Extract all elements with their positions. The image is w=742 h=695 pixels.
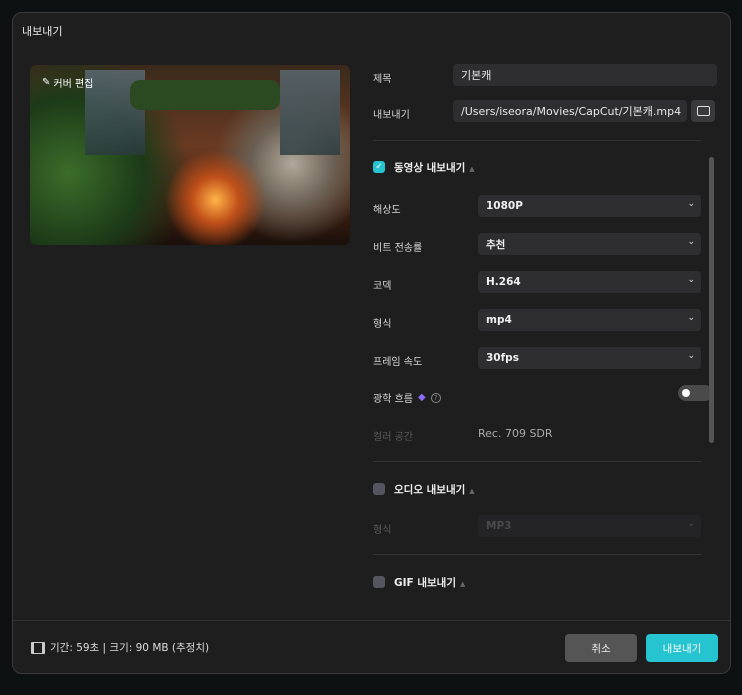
- export-path-input[interactable]: /Users/iseora/Movies/CapCut/기본캐.mp4: [453, 100, 687, 122]
- divider: [373, 461, 701, 462]
- chevron-down-icon: ⌄: [687, 313, 695, 323]
- resolution-select[interactable]: 1080P ⌄: [478, 195, 701, 217]
- thumbnail-window-right: [280, 70, 340, 155]
- export-button[interactable]: 내보내기: [646, 634, 718, 662]
- optical-flow-toggle[interactable]: [678, 385, 713, 401]
- audio-export-label: 오디오 내보내기: [394, 484, 466, 496]
- bitrate-label: 비트 전송률: [373, 243, 423, 254]
- codec-value: H.264: [486, 276, 521, 288]
- thumbnail-garland: [130, 80, 280, 110]
- format-label: 형식: [373, 319, 392, 330]
- chevron-down-icon: ⌄: [687, 519, 695, 529]
- title-label: 제목: [373, 74, 392, 85]
- resolution-value: 1080P: [486, 200, 523, 212]
- settings-panel: 제목 기본캐 내보내기 /Users/iseora/Movies/CapCut/…: [373, 13, 723, 619]
- export-dialog: 내보내기 ✎ 커버 편집 제목 기본캐 내보내기 /Users/iseora/M…: [12, 12, 731, 674]
- audio-export-checkbox[interactable]: [373, 483, 385, 495]
- divider: [373, 554, 701, 555]
- title-input[interactable]: 기본캐: [453, 64, 717, 86]
- chevron-down-icon: ⌄: [687, 275, 695, 285]
- cancel-button[interactable]: 취소: [565, 634, 637, 662]
- cover-thumbnail[interactable]: ✎ 커버 편집: [30, 65, 350, 245]
- help-icon[interactable]: ?: [430, 392, 441, 403]
- export-info: 기간: 59초 | 크기: 90 MB (추정치): [31, 640, 209, 655]
- pencil-icon: ✎: [42, 77, 51, 88]
- framerate-label: 프레임 속도: [373, 357, 423, 368]
- gif-export-checkbox[interactable]: [373, 576, 385, 588]
- optical-flow-row: 광학 흐름 ◆ ?: [373, 390, 441, 405]
- diamond-premium-icon: ◆: [417, 392, 426, 403]
- duration-size-text: 기간: 59초 | 크기: 90 MB (추정치): [50, 642, 210, 654]
- resolution-label: 해상도: [373, 205, 401, 216]
- folder-button[interactable]: [691, 100, 715, 122]
- format-select[interactable]: mp4 ⌄: [478, 309, 701, 331]
- footer-divider: [13, 620, 730, 621]
- bitrate-select[interactable]: 추천 ⌄: [478, 233, 701, 255]
- dialog-title: 내보내기: [22, 25, 63, 38]
- collapse-icon: ▲: [469, 487, 475, 495]
- collapse-icon: ▲: [469, 165, 475, 173]
- video-export-label: 동영상 내보내기: [394, 162, 466, 174]
- bitrate-value: 추천: [486, 238, 506, 251]
- optical-flow-label: 광학 흐름: [373, 394, 413, 405]
- cover-edit-button[interactable]: ✎ 커버 편집: [42, 75, 93, 90]
- folder-icon: [696, 106, 710, 116]
- scrollbar[interactable]: [709, 157, 714, 443]
- color-space-value: Rec. 709 SDR: [478, 427, 553, 440]
- audio-format-select[interactable]: MP3 ⌄: [478, 515, 701, 537]
- codec-select[interactable]: H.264 ⌄: [478, 271, 701, 293]
- color-space-label: 컬러 공간: [373, 432, 413, 443]
- framerate-select[interactable]: 30fps ⌄: [478, 347, 701, 369]
- chevron-down-icon: ⌄: [687, 199, 695, 209]
- audio-format-value: MP3: [486, 520, 512, 532]
- gif-export-header[interactable]: GIF 내보내기 ▲: [394, 575, 465, 590]
- video-export-checkbox[interactable]: ✓: [373, 161, 385, 173]
- format-value: mp4: [486, 314, 512, 326]
- chevron-down-icon: ⌄: [687, 351, 695, 361]
- audio-format-label: 형식: [373, 525, 392, 536]
- cover-edit-label: 커버 편집: [53, 79, 94, 90]
- divider: [373, 140, 701, 141]
- collapse-icon: ▲: [460, 580, 466, 588]
- chevron-down-icon: ⌄: [687, 237, 695, 247]
- framerate-value: 30fps: [486, 352, 519, 364]
- audio-export-header[interactable]: 오디오 내보내기 ▲: [394, 482, 475, 497]
- export-path-label: 내보내기: [373, 110, 410, 121]
- video-export-header[interactable]: 동영상 내보내기 ▲: [394, 160, 475, 175]
- codec-label: 코덱: [373, 281, 392, 292]
- film-icon: [31, 641, 45, 654]
- gif-export-label: GIF 내보내기: [394, 577, 456, 589]
